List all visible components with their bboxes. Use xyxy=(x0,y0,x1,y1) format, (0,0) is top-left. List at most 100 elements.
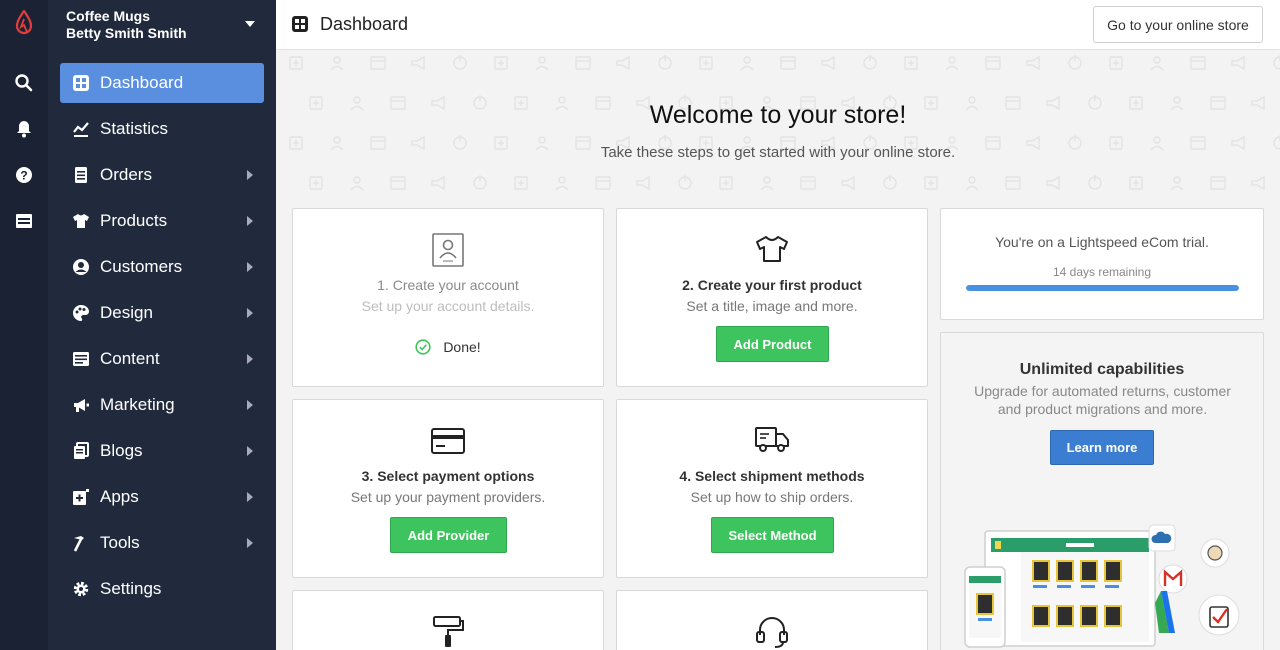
step-title: 4. Select shipment methods xyxy=(679,468,865,484)
sidebar-item-design[interactable]: Design xyxy=(60,293,264,333)
truck-icon xyxy=(755,427,789,452)
sidebar-item-label: Orders xyxy=(100,165,152,184)
sidebar-item-tools[interactable]: Tools xyxy=(60,523,264,563)
sidebar-item-blogs[interactable]: Blogs xyxy=(60,431,264,471)
bell-icon[interactable] xyxy=(14,119,34,139)
sidebar-item-dashboard[interactable]: Dashboard xyxy=(60,63,264,103)
pattern-glyph xyxy=(289,56,303,70)
sidebar-item-label: Dashboard xyxy=(100,73,184,92)
pattern-glyph xyxy=(800,176,816,190)
sidebar-item-label: Tools xyxy=(100,533,140,552)
top-bar: Dashboard Go to your online store xyxy=(276,0,1280,50)
trial-progress-fill xyxy=(966,285,1239,291)
pattern-glyph xyxy=(841,175,855,191)
pattern-glyph xyxy=(453,55,467,70)
blogs-icon xyxy=(74,442,89,459)
pattern-glyph xyxy=(1129,176,1143,190)
headset-icon xyxy=(756,617,788,648)
check-circle-icon xyxy=(415,339,431,355)
tools-icon xyxy=(73,536,84,552)
pattern-glyph xyxy=(904,56,918,70)
paint-roller-icon xyxy=(433,616,464,647)
help-icon[interactable]: ? xyxy=(14,165,34,185)
caret-down-icon[interactable] xyxy=(244,19,256,29)
pattern-glyph xyxy=(719,176,733,190)
sidebar-item-label: Blogs xyxy=(100,441,143,460)
sidebar-item-apps[interactable]: Apps xyxy=(60,477,264,517)
chevron-right-icon xyxy=(247,446,253,456)
sidebar-item-label: Content xyxy=(100,349,160,368)
learn-more-button[interactable]: Learn more xyxy=(1050,430,1154,465)
pattern-glyph xyxy=(350,176,364,191)
sidebar-item-products[interactable]: Products xyxy=(60,201,264,241)
pattern-glyph xyxy=(740,56,754,71)
page-title: Dashboard xyxy=(320,14,409,34)
pattern-glyph xyxy=(821,55,835,71)
dashboard-icon xyxy=(292,16,308,32)
chevron-right-icon xyxy=(247,262,253,272)
pattern-glyph xyxy=(595,176,611,190)
pattern-glyph xyxy=(1005,176,1021,190)
sidebar-item-marketing[interactable]: Marketing xyxy=(60,385,264,425)
sidebar-item-settings[interactable]: Settings xyxy=(60,569,264,609)
step-title: 2. Create your first product xyxy=(682,277,862,293)
integrations-illustration xyxy=(964,524,1240,648)
pattern-glyph xyxy=(370,56,386,70)
sidebar: Coffee Mugs Betty Smith Smith Dashboard … xyxy=(48,0,276,650)
step-subtitle: Set up your payment providers. xyxy=(350,489,546,505)
step-card-account: 1. Create your account Set up your accou… xyxy=(292,208,604,387)
step-card-support xyxy=(616,590,928,650)
chevron-right-icon xyxy=(247,492,253,502)
add-provider-button[interactable]: Add Provider xyxy=(390,517,507,553)
chevron-right-icon xyxy=(247,538,253,548)
sidebar-item-label: Settings xyxy=(100,579,162,598)
pattern-glyph xyxy=(1026,55,1040,71)
lightspeed-logo-icon[interactable] xyxy=(12,10,36,38)
pattern-glyph xyxy=(494,56,508,70)
sidebar-item-label: Statistics xyxy=(100,119,169,138)
step-card-shipment: 4. Select shipment methods Set up how to… xyxy=(616,399,928,578)
go-to-store-button[interactable]: Go to your online store xyxy=(1093,6,1263,43)
pattern-glyph xyxy=(1046,175,1060,191)
pattern-glyph xyxy=(1150,56,1164,71)
sidebar-item-customers[interactable]: Customers xyxy=(60,247,264,287)
add-product-button[interactable]: Add Product xyxy=(716,326,829,362)
sidebar-item-content[interactable]: Content xyxy=(60,339,264,379)
pattern-glyph xyxy=(309,176,323,190)
pattern-glyph xyxy=(1251,175,1265,191)
select-method-button[interactable]: Select Method xyxy=(711,517,834,553)
store-switcher[interactable]: Coffee Mugs Betty Smith Smith xyxy=(48,0,276,52)
search-icon[interactable] xyxy=(14,73,34,93)
trial-progress-bar xyxy=(966,285,1239,291)
chevron-right-icon xyxy=(247,400,253,410)
pattern-glyph xyxy=(555,176,569,191)
gear-icon xyxy=(73,581,89,597)
pattern-glyph xyxy=(965,176,979,191)
pattern-glyph xyxy=(1088,175,1102,190)
pattern-glyph xyxy=(985,56,1001,70)
storefront-icon[interactable] xyxy=(14,211,34,231)
pattern-glyph xyxy=(514,176,528,190)
palette-icon xyxy=(73,305,89,321)
pattern-glyph xyxy=(924,176,938,190)
trial-card: You're on a Lightspeed eCom trial. 14 da… xyxy=(940,208,1264,320)
pattern-glyph xyxy=(760,176,774,191)
welcome-title: Welcome to your store! xyxy=(649,101,907,129)
sidebar-item-statistics[interactable]: Statistics xyxy=(60,109,264,149)
pattern-glyph xyxy=(678,175,692,190)
pattern-glyph xyxy=(1068,55,1082,70)
icon-rail: ? xyxy=(0,0,48,650)
step-card-payment: 3. Select payment options Set up your pa… xyxy=(292,399,604,578)
sidebar-item-orders[interactable]: Orders xyxy=(60,155,264,195)
products-icon xyxy=(73,214,89,228)
tshirt-icon xyxy=(756,236,788,262)
step-subtitle: Set up your account details. xyxy=(361,298,535,314)
pattern-glyph xyxy=(658,55,672,70)
step-title: 3. Select payment options xyxy=(361,468,535,484)
pattern-glyph xyxy=(1231,55,1245,71)
pattern-glyph xyxy=(1190,56,1206,70)
apps-icon xyxy=(73,489,89,505)
welcome-subtitle: Take these steps to get started with you… xyxy=(600,144,956,161)
content-icon xyxy=(73,352,89,366)
pattern-glyph xyxy=(616,55,630,71)
